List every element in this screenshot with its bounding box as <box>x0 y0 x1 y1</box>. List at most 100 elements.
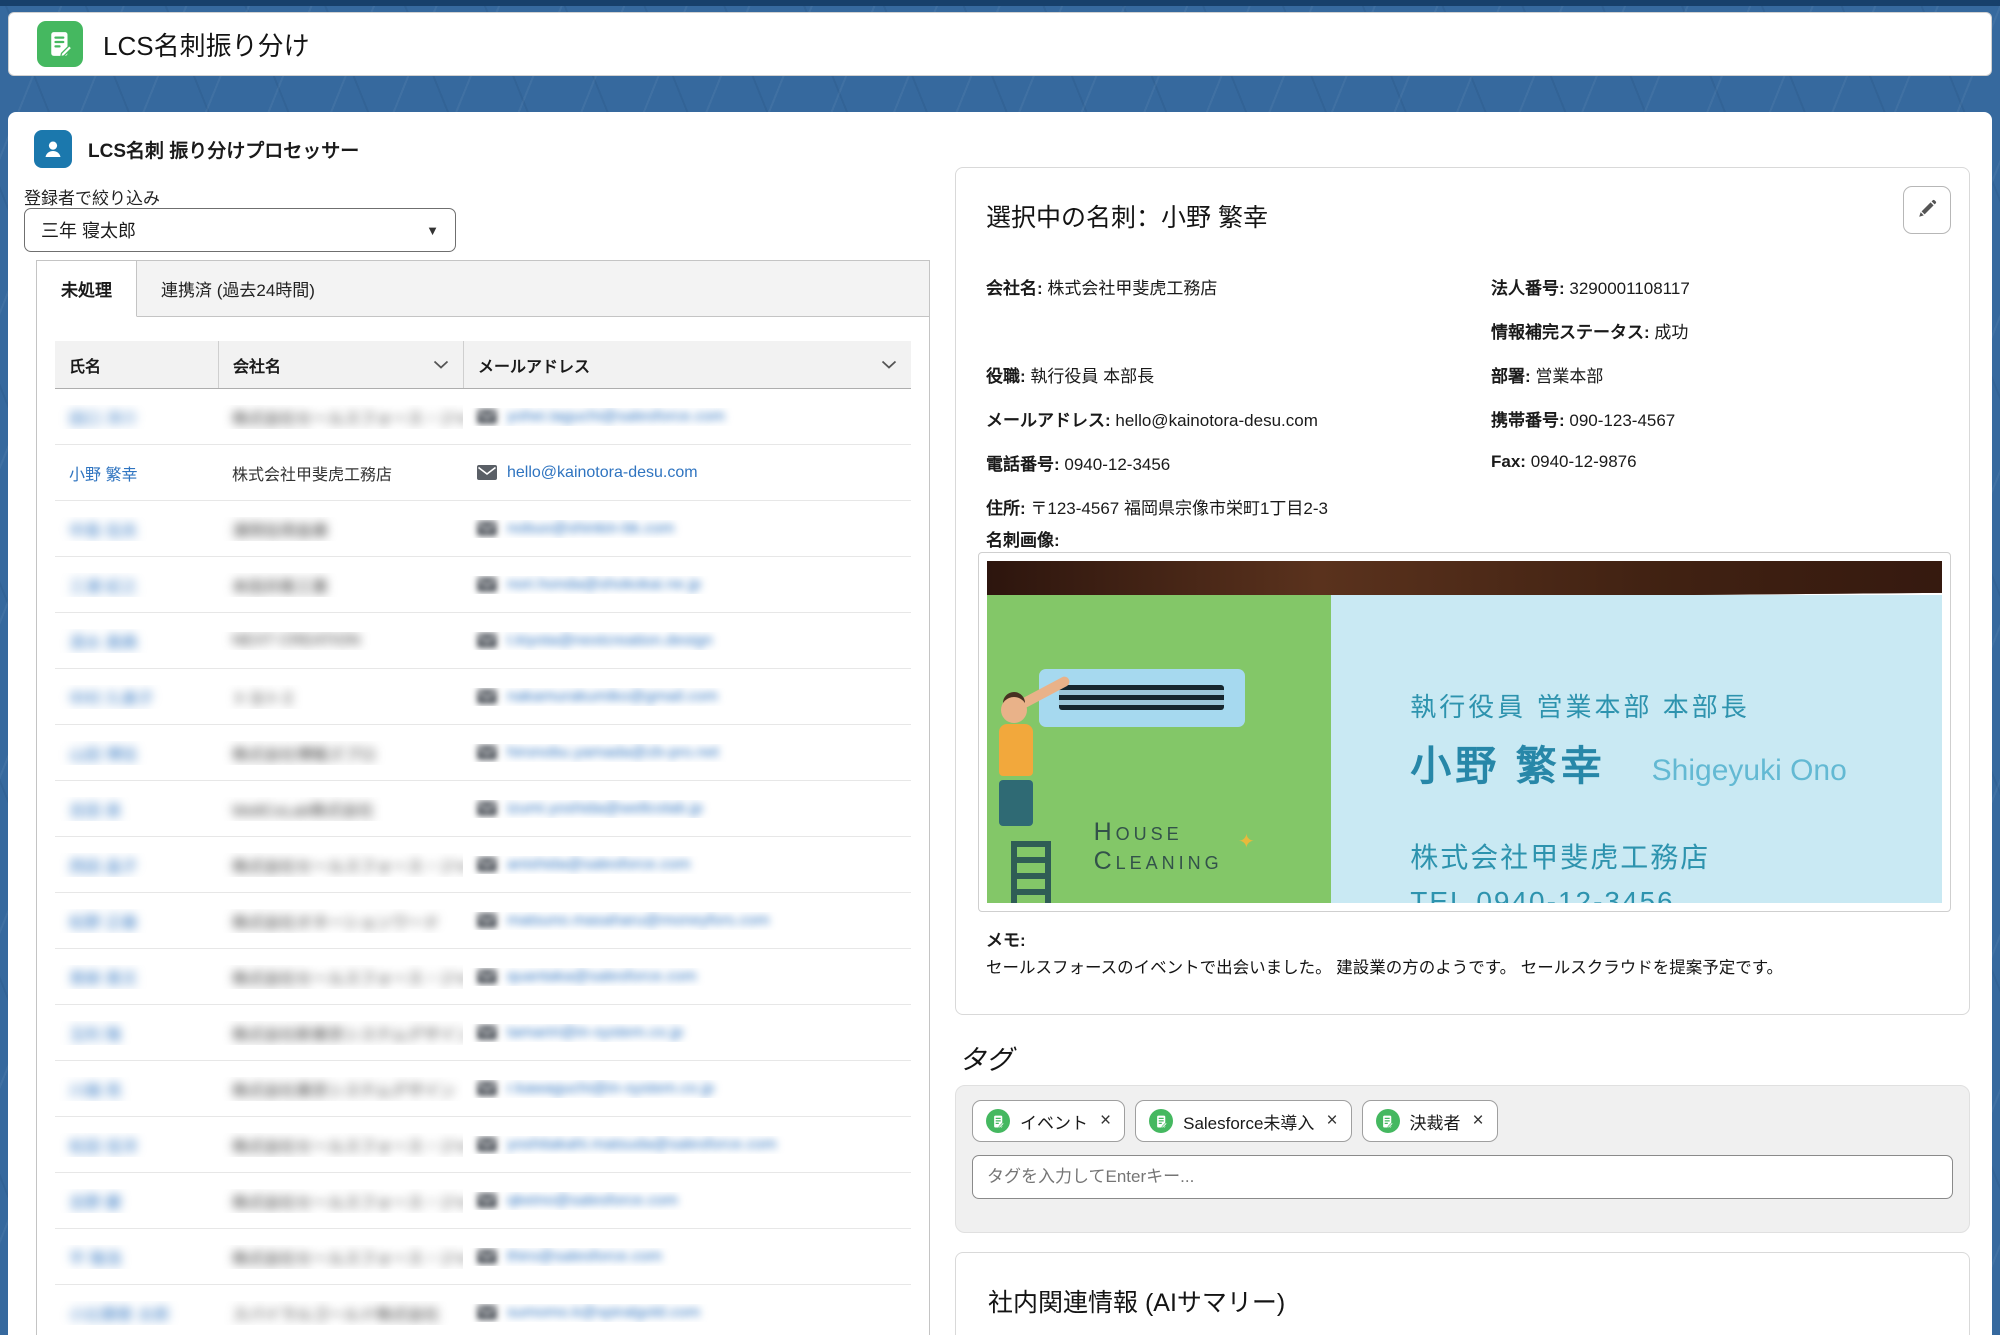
contact-name-link[interactable]: 青柳 貴文 <box>69 971 137 988</box>
email-link[interactable]: tamariri@in-system.co.jp <box>507 1024 683 1042</box>
email-link[interactable]: nobuo@shinkin-bk.com <box>507 520 674 538</box>
tags-section: イベント×Salesforce未導入× 決裁者× <box>955 1085 1970 1233</box>
remove-tag-icon[interactable]: × <box>1324 1110 1337 1132</box>
column-header-email[interactable]: メールアドレス <box>463 341 911 388</box>
mail-icon <box>477 521 497 536</box>
email-link[interactable]: qkeino@salesforce.com <box>507 1192 678 1210</box>
table-row: 松田 佳洋株式会社セールスフォース・ジャパンyoshitakahi.matsud… <box>55 1117 911 1173</box>
contact-name-link[interactable]: 中村 久美子 <box>69 691 153 708</box>
field-right: 情報補完ステータス: 成功 <box>1491 318 1943 343</box>
filter-label: 登録者で絞り込み <box>24 184 160 209</box>
field-left: メールアドレス: hello@kainotora-desu.com <box>986 406 1491 431</box>
email-link[interactable]: r.kawaguchi@in-system.co.jp <box>507 1080 714 1098</box>
mail-icon <box>477 913 497 928</box>
mail-icon <box>477 857 497 872</box>
table-body: 田口 洋介株式会社セールスフォース・ジャパンyohei.taguchi@sale… <box>55 389 911 1335</box>
email-link[interactable]: izumi.yoshida@wellcolab.jp <box>507 800 703 818</box>
chevron-down-icon[interactable] <box>433 356 449 374</box>
tag-chip-list: イベント×Salesforce未導入× 決裁者× <box>972 1100 1953 1142</box>
mail-icon <box>477 1081 497 1096</box>
contact-name-link[interactable]: 西田 晶子 <box>69 859 137 876</box>
mail-icon <box>477 1137 497 1152</box>
dropdown-caret-icon: ▼ <box>426 223 439 238</box>
contact-name-link[interactable]: 松田 佳洋 <box>69 1139 137 1156</box>
email-link[interactable]: hello@kainotora-desu.com <box>507 464 698 482</box>
table-row: 清水 貴典 NEXT CREATION t.kiyota@nextcreation.… <box>55 613 911 669</box>
email-link[interactable]: yohei.taguchi@salesforce.com <box>507 408 725 426</box>
tags-heading: タグ <box>959 1038 1013 1077</box>
business-card-image: House Cleaning ✦ 執行役員 営業本部 本部長 小野 繁幸 Shi… <box>987 561 1942 903</box>
table-row: 松野 正春 株式会社オネーションワード matsuno.masaharu@money… <box>55 893 911 949</box>
tag-chip: イベント× <box>972 1100 1125 1142</box>
email-link[interactable]: quantaka@salesforce.com <box>507 968 697 986</box>
mail-icon <box>477 1305 497 1320</box>
chevron-down-icon[interactable] <box>881 356 897 374</box>
contact-fields: 会社名: 株式会社甲斐虎工務店法人番号: 3290001108117 情報補完ステ… <box>986 264 1943 528</box>
column-header-name[interactable]: 氏名 <box>55 341 218 388</box>
tab-unprocessed[interactable]: 未処理 <box>37 261 137 317</box>
email-link[interactable]: nori.honda@shokokai.ne.jp <box>507 576 701 594</box>
mail-icon <box>477 689 497 704</box>
note-icon <box>1149 1109 1173 1133</box>
field-right: 法人番号: 3290001108117 <box>1491 274 1943 299</box>
email-link[interactable]: yoshitakahi.matsuda@salesforce.com <box>507 1136 777 1154</box>
contact-name-link[interactable]: 田口 洋介 <box>69 411 137 428</box>
tab-synced[interactable]: 連携済 (過去24時間) <box>137 261 339 316</box>
ladder-graphic <box>1011 841 1051 903</box>
tag-chip: Salesforce未導入× <box>1135 1100 1351 1142</box>
contact-name-link[interactable]: 山田 博信 <box>69 747 137 764</box>
table-row: 川端 亮株式会社東京システムデザインr.kawaguchi@in-system.… <box>55 1061 911 1117</box>
company-cell: 株式会社博報ズブロ <box>232 747 376 764</box>
air-conditioner-graphic <box>1039 669 1245 728</box>
company-cell: 株式会社オネーションワード <box>232 915 440 932</box>
mail-icon <box>477 745 497 760</box>
email-link[interactable]: nakamurakumiko@gmail.com <box>507 688 718 706</box>
tag-input[interactable] <box>972 1155 1953 1199</box>
column-header-company[interactable]: 会社名 <box>218 341 463 388</box>
email-link[interactable]: sumomo.k@spiralgold.com <box>507 1304 700 1322</box>
contact-name-link[interactable]: 吉野 慶 <box>69 1195 121 1212</box>
remove-tag-icon[interactable]: × <box>1098 1110 1111 1132</box>
company-cell: トヨトミ <box>232 691 296 708</box>
contact-name-link[interactable]: 清水 貴典 <box>69 635 137 652</box>
contact-name-link[interactable]: 小野 繁幸 <box>69 467 137 484</box>
tag-chip: 決裁者× <box>1362 1100 1498 1142</box>
contacts-table: 氏名 会社名 メールアドレス 田口 洋介株式会社セールスフォース・ジャパンyoh… <box>55 341 911 1335</box>
registrant-filter-select[interactable]: 三年 寝太郎 ▼ <box>24 208 456 252</box>
contact-name-link[interactable]: 三浦 紀之 <box>69 579 137 596</box>
ai-summary-title: 社内関連情報 (AIサマリー) <box>988 1283 1937 1319</box>
business-card-note-icon <box>37 21 83 67</box>
table-row: 中村 久美子 トヨトミ nakamurakumiko@gmail.com <box>55 669 911 725</box>
email-link[interactable]: thiro@salesforce.com <box>507 1248 662 1266</box>
tab-strip: 未処理 連携済 (過去24時間) <box>37 261 929 317</box>
email-link[interactable]: matsuno.masaharu@moneyfors.com <box>507 912 770 930</box>
table-row: 田口 洋介株式会社セールスフォース・ジャパンyohei.taguchi@sale… <box>55 389 911 445</box>
contact-name-link[interactable]: 玉利 隆 <box>69 1027 121 1044</box>
mail-icon <box>477 409 497 424</box>
field-left: 会社名: 株式会社甲斐虎工務店 <box>986 274 1491 299</box>
table-row: 中島 信夫 濱岡信用金庫 nobuo@shinkin-bk.com <box>55 501 911 557</box>
contact-name-link[interactable]: 小比類巻 太郎 <box>69 1307 169 1324</box>
card-image-label: 名刺画像: <box>986 526 1060 551</box>
contact-name-link[interactable]: 吉田 泉 <box>69 803 121 820</box>
edit-button[interactable] <box>1903 186 1951 234</box>
table-row: 青柳 貴文株式会社セールスフォース・ジャパンquantaka@salesforc… <box>55 949 911 1005</box>
email-link[interactable]: hironobu.yamada@zb-pro.net <box>507 744 719 762</box>
company-cell: 濱岡信用金庫 <box>232 523 328 540</box>
email-link[interactable]: t.kiyota@nextcreation.design <box>507 632 713 650</box>
contact-name-link[interactable]: 川端 亮 <box>69 1083 121 1100</box>
contact-name-link[interactable]: 平 隆浩 <box>69 1251 121 1268</box>
card-name-romaji: Shigeyuki Ono <box>1652 754 1847 788</box>
memo-text: セールスフォースのイベントで出会いました。 建設業の方のようです。 セールスクラ… <box>986 954 1943 978</box>
contact-name-link[interactable]: 中島 信夫 <box>69 523 137 540</box>
mail-icon <box>477 577 497 592</box>
selected-card-title: 選択中の名刺：小野 繁幸 <box>986 198 1268 234</box>
remove-tag-icon[interactable]: × <box>1471 1110 1484 1132</box>
app-header: LCS名刺振り分け <box>8 12 1992 76</box>
email-link[interactable]: anishida@salesforce.com <box>507 856 690 874</box>
contact-name-link[interactable]: 松野 正春 <box>69 915 137 932</box>
table-row: 吉田 泉WellCoLab株式会社izumi.yoshida@wellcolab… <box>55 781 911 837</box>
card-company: 株式会社甲斐虎工務店 <box>1410 836 1847 876</box>
company-cell: NEXT CREATION <box>232 632 360 649</box>
mail-icon <box>477 465 497 480</box>
